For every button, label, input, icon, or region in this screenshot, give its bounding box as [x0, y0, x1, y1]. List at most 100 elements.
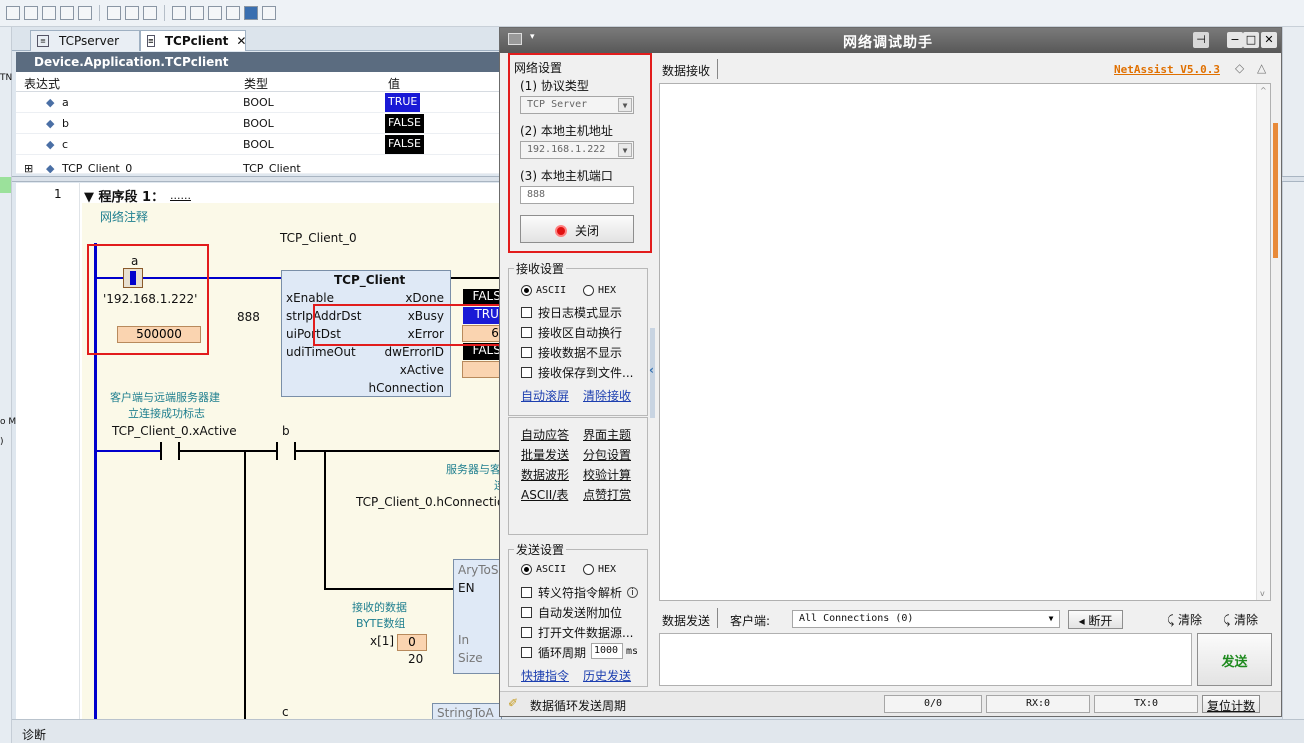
- history-link[interactable]: 历史发送: [583, 667, 631, 684]
- send-button[interactable]: 发送: [1197, 633, 1272, 686]
- recv-hex-radio[interactable]: HEX: [583, 285, 616, 296]
- toolbar-icon[interactable]: [78, 6, 92, 20]
- recv-option-checkbox[interactable]: 接收保存到文件...: [521, 364, 633, 381]
- toolbar-icon[interactable]: [190, 6, 204, 20]
- recv-value: 0: [397, 634, 427, 651]
- port-value: 888: [237, 310, 260, 324]
- bell-icon[interactable]: △: [1257, 61, 1266, 75]
- contact-label: TCP_Client_0.xActive: [112, 424, 237, 438]
- reset-count-button[interactable]: 复位计数: [1202, 695, 1260, 713]
- var-icon: ◆: [46, 117, 55, 130]
- toolbar-icon[interactable]: [226, 6, 240, 20]
- chevron-down-icon[interactable]: v: [1260, 589, 1265, 598]
- watch-row[interactable]: ◆ c BOOL FALSE: [16, 134, 502, 155]
- send-option-checkbox[interactable]: 打开文件数据源...: [521, 624, 633, 641]
- wire: [324, 588, 454, 590]
- toolbar-icon[interactable]: [208, 6, 222, 20]
- send-input[interactable]: [659, 633, 1192, 686]
- group-label: 发送设置: [514, 541, 567, 558]
- status-message: 数据循环发送周期: [530, 699, 627, 713]
- diamond-icon[interactable]: ◇: [1235, 61, 1244, 75]
- watch-row[interactable]: ⊞ ◆ TCP_Client_0 TCP_Client: [16, 155, 502, 174]
- send-ascii-radio[interactable]: ASCII: [521, 564, 566, 575]
- tool-link[interactable]: 界面主题: [583, 426, 631, 443]
- tool-link[interactable]: 分包设置: [583, 446, 631, 463]
- recv-option-checkbox[interactable]: 接收区自动换行: [521, 324, 622, 341]
- send-option-checkbox[interactable]: 转义符指令解析 i: [521, 584, 639, 601]
- close-button[interactable]: ✕: [1261, 32, 1277, 48]
- watch-row[interactable]: ◆ a BOOL TRUE: [16, 92, 502, 113]
- fb-output: hConnection: [368, 381, 444, 395]
- send-tab[interactable]: 数据发送: [662, 612, 710, 629]
- toolbar-icon[interactable]: [143, 6, 157, 20]
- status-tx: TX:0: [1094, 695, 1198, 713]
- toolbar-icon[interactable]: [60, 6, 74, 20]
- toolbar-icon[interactable]: [107, 6, 121, 20]
- recv-var: x[1]: [370, 634, 395, 648]
- function-block-stringtoa[interactable]: StringToA: [432, 703, 502, 719]
- expand-icon[interactable]: ⊞: [24, 162, 33, 173]
- tool-link[interactable]: 点赞打赏: [583, 486, 631, 503]
- tool-link[interactable]: 自动应答: [521, 426, 569, 443]
- var-type: BOOL: [243, 117, 274, 130]
- minimize-button[interactable]: −: [1227, 32, 1243, 48]
- client-select[interactable]: All Connections (0) ▼: [792, 610, 1060, 628]
- contact-b[interactable]: [276, 442, 296, 460]
- chevron-up-icon[interactable]: ^: [1260, 86, 1267, 95]
- var-name: a: [62, 96, 69, 109]
- version-link[interactable]: NetAssist V5.0.3: [1114, 63, 1220, 76]
- toolbar-icon[interactable]: [244, 6, 258, 20]
- send-option-checkbox[interactable]: 循环周期: [521, 644, 586, 661]
- collapse-icon[interactable]: ‹: [649, 363, 654, 377]
- contact-xactive[interactable]: [160, 442, 180, 460]
- tool-link[interactable]: 校验计算: [583, 466, 631, 483]
- pou-icon: ≡: [147, 35, 155, 47]
- watch-row[interactable]: ◆ b BOOL FALSE: [16, 113, 502, 134]
- fb-type: TCP_Client: [334, 273, 406, 287]
- function-block-arytos[interactable]: AryToS EN In Size: [453, 559, 502, 674]
- section-dots: ......: [170, 189, 191, 202]
- recv-area[interactable]: ^ v: [659, 83, 1271, 601]
- fb-input: udiTimeOut: [286, 345, 356, 359]
- window-title: 网络调试助手: [843, 35, 933, 51]
- scrollbar[interactable]: ^ v: [1256, 84, 1270, 600]
- highlight-box: [313, 304, 502, 346]
- toolbar-icon[interactable]: [42, 6, 56, 20]
- tools-group: 自动应答 界面主题 批量发送 分包设置 数据波形 校验计算 ASCII/表 点赞…: [508, 417, 648, 535]
- recv-tab[interactable]: 数据接收: [662, 62, 710, 79]
- send-option-checkbox[interactable]: 自动发送附加位: [521, 604, 622, 621]
- send-icon: ✐: [508, 696, 519, 710]
- recv-option-checkbox[interactable]: 接收数据不显示: [521, 344, 622, 361]
- fb-input: xEnable: [286, 291, 334, 305]
- disconnect-button[interactable]: ◂ 断开: [1068, 610, 1123, 629]
- pin-icon[interactable]: ⊣: [1193, 32, 1209, 48]
- toolbar-icon[interactable]: [125, 6, 139, 20]
- toolbar-icon[interactable]: [24, 6, 38, 20]
- col-expression: 表达式: [24, 77, 61, 91]
- app-icon[interactable]: [508, 33, 522, 45]
- chevron-down-icon[interactable]: ▾: [530, 32, 535, 42]
- shortcut-link[interactable]: 快捷指令: [521, 667, 569, 684]
- maximize-button[interactable]: □: [1243, 32, 1259, 48]
- recv-option-checkbox[interactable]: 按日志模式显示: [521, 304, 622, 321]
- recv-ascii-radio[interactable]: ASCII: [521, 285, 566, 296]
- clear-recv-button[interactable]: ⤹ 清除: [1223, 611, 1258, 628]
- clear-recv-link[interactable]: 清除接收: [583, 387, 631, 404]
- auto-scroll-link[interactable]: 自动滚屏: [521, 387, 569, 404]
- toolbar-icon[interactable]: [6, 6, 20, 20]
- tab-tcpclient[interactable]: ≡ TCPclient ✕: [140, 30, 246, 51]
- status-rx: RX:0: [986, 695, 1090, 713]
- toolbar-icon[interactable]: [262, 6, 276, 20]
- tool-link[interactable]: 批量发送: [521, 446, 569, 463]
- toolbar-icon[interactable]: [172, 6, 186, 20]
- side-scroll-marker: [1273, 123, 1278, 258]
- tool-link[interactable]: ASCII/表: [521, 486, 568, 503]
- tab-tcpserver[interactable]: ≡ TCPserver: [30, 30, 140, 51]
- tool-link[interactable]: 数据波形: [521, 466, 569, 483]
- contact-label: b: [282, 424, 290, 438]
- close-icon[interactable]: ✕: [236, 34, 246, 48]
- period-input[interactable]: 1000: [591, 643, 623, 659]
- wire: [451, 277, 502, 279]
- send-hex-radio[interactable]: HEX: [583, 564, 616, 575]
- clear-send-button[interactable]: ⤹ 清除: [1167, 611, 1202, 628]
